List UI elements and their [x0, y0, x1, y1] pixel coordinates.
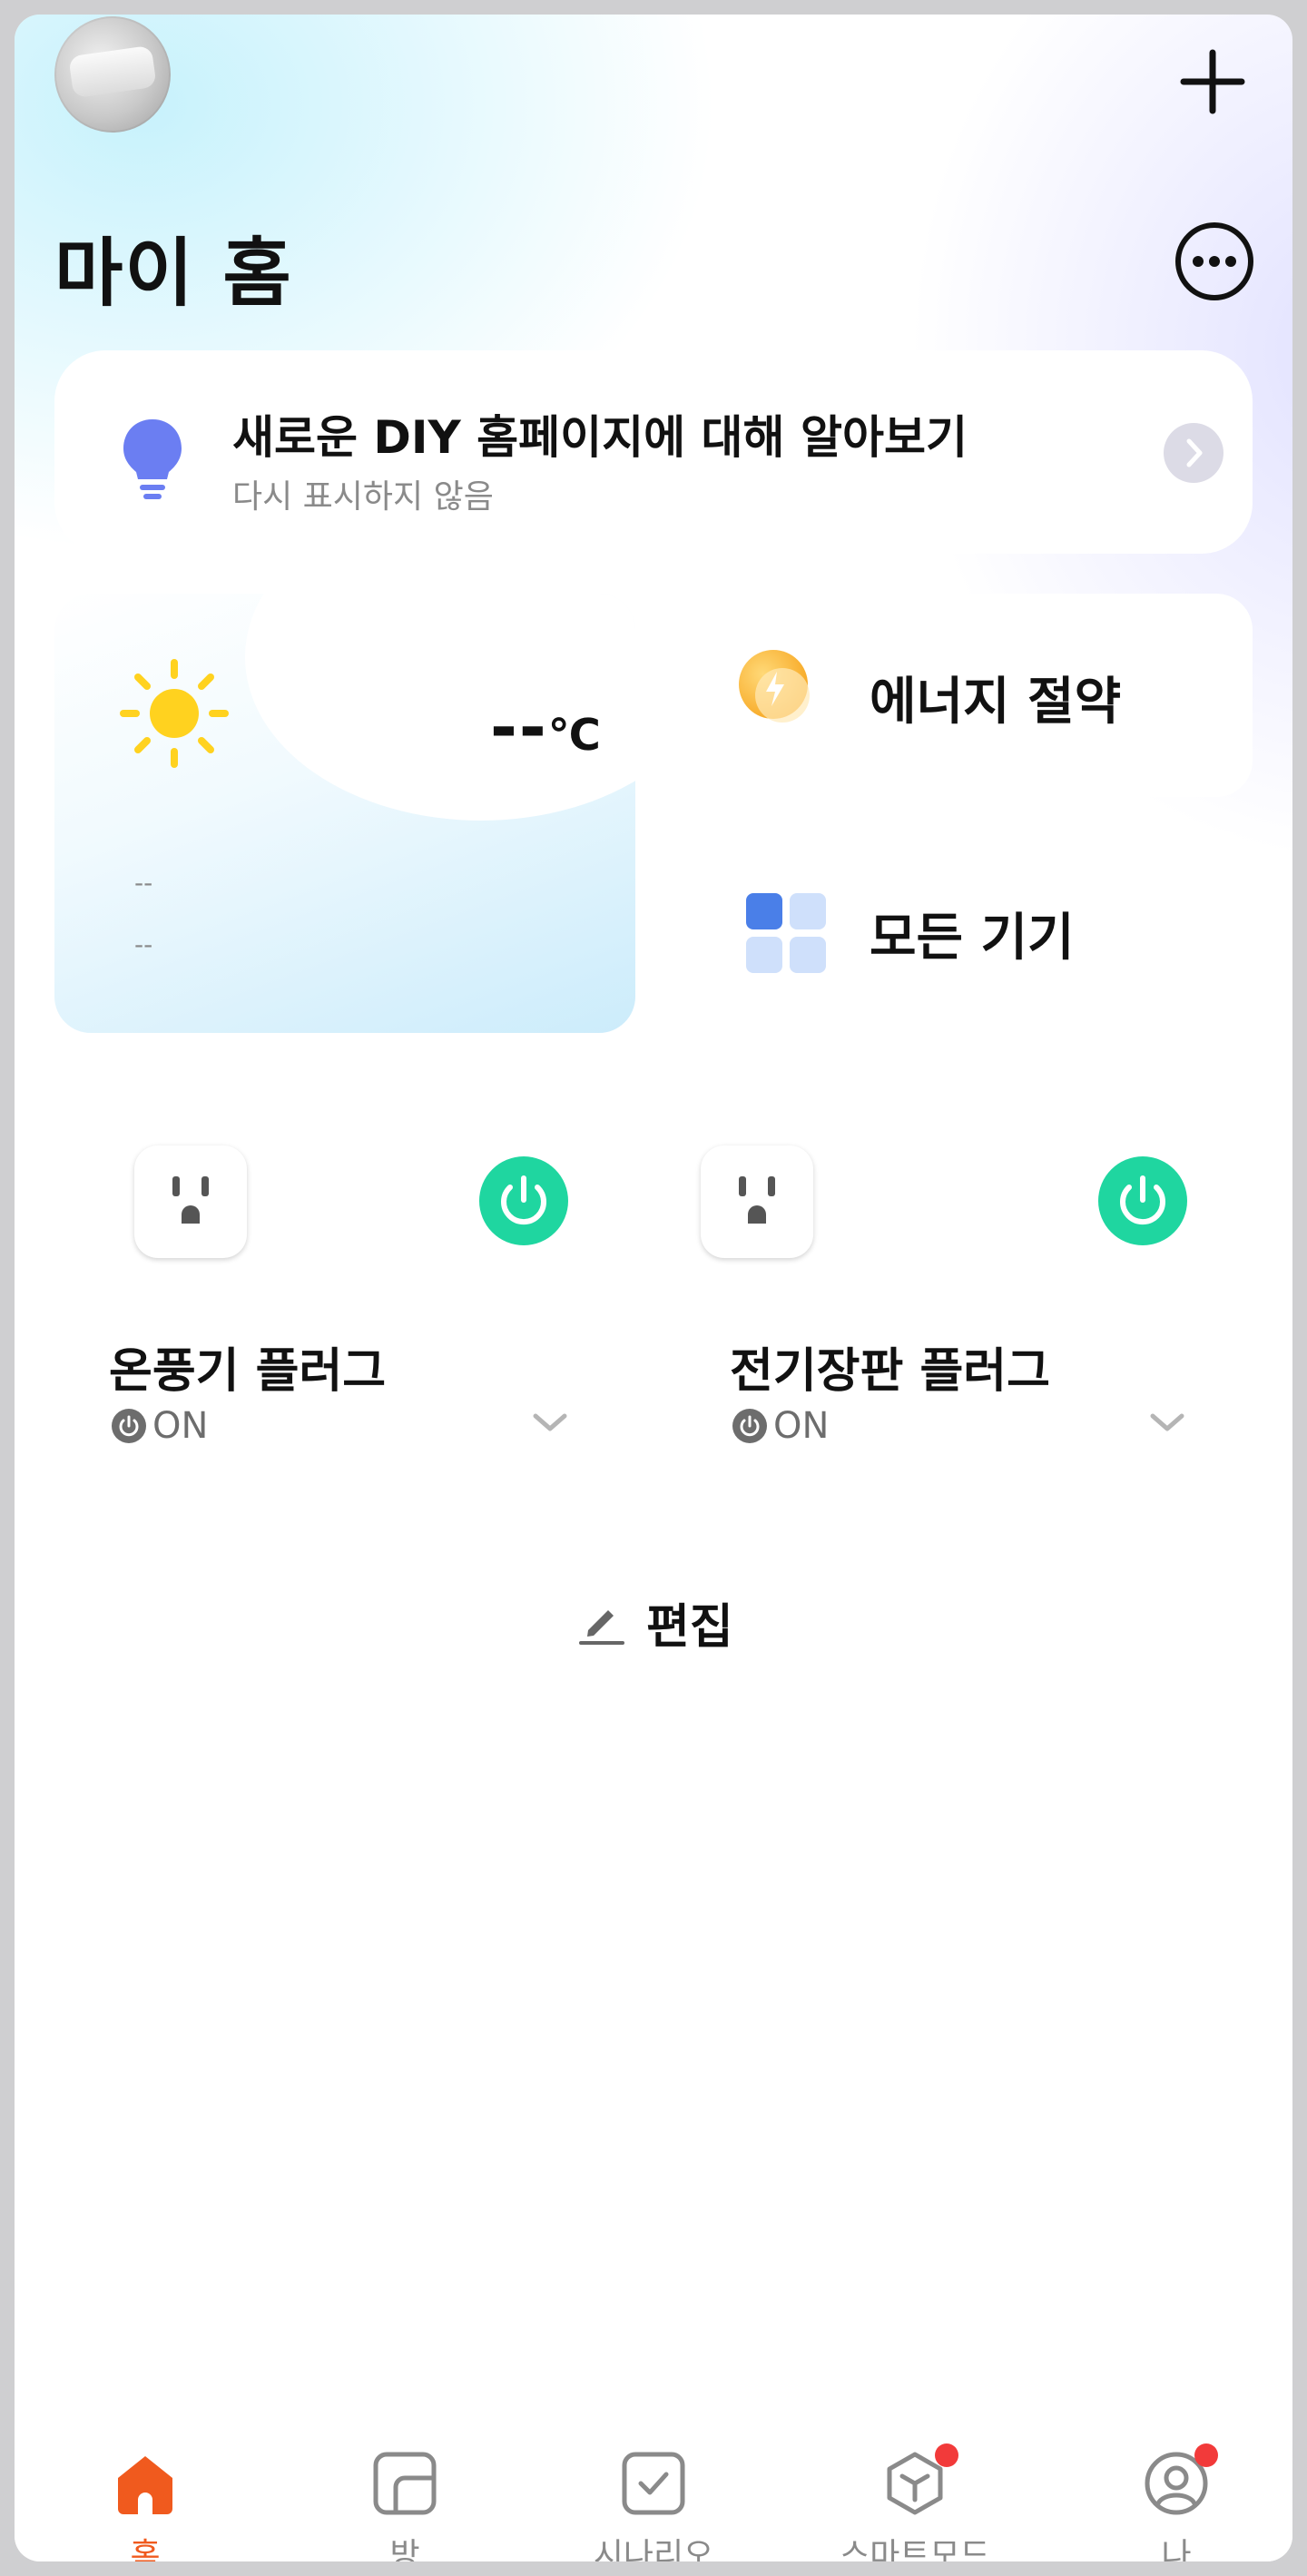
power-icon [1120, 1175, 1165, 1225]
temperature-unit: ℃ [547, 710, 603, 761]
app-screen: 마이 홈 새로운 DIY 홈페이지에 대해 알아보기 다시 표시하지 않음 --… [15, 15, 1292, 2561]
dismiss-banner-link[interactable]: 다시 표시하지 않음 [232, 470, 494, 517]
device-name: 전기장판 플러그 [730, 1344, 1050, 1399]
page-title: 마이 홈 [54, 231, 293, 317]
power-icon [501, 1175, 546, 1225]
home-icon [118, 2456, 172, 2514]
chevron-down-icon[interactable] [530, 1409, 570, 1436]
bottom-tab-bar: 홈 방 시나리오 스마트모드 나 [15, 2416, 1292, 2561]
device-name: 온풍기 플러그 [109, 1344, 387, 1399]
temperature-number: -- [490, 689, 548, 765]
edit-button[interactable]: 편집 [577, 1590, 733, 1655]
add-button[interactable] [1176, 45, 1249, 118]
home-avatar[interactable] [54, 16, 171, 133]
plug-device-icon [701, 1145, 813, 1258]
tab-home[interactable]: 홈 [54, 2416, 236, 2561]
outlet-icon [739, 1176, 775, 1224]
energy-saving-label: 에너지 절약 [870, 673, 1122, 732]
banner-title: 새로운 DIY 홈페이지에 대해 알아보기 [232, 411, 968, 464]
plus-icon [1180, 49, 1245, 114]
device-status: ON [732, 1405, 829, 1447]
tab-scenario[interactable]: 시나리오 [563, 2416, 744, 2561]
power-toggle-button[interactable] [479, 1156, 568, 1245]
tab-home-label: 홈 [130, 2537, 161, 2561]
power-toggle-button[interactable] [1098, 1156, 1187, 1245]
energy-saving-card[interactable]: 에너지 절약 [639, 594, 1253, 797]
tab-room-label: 방 [389, 2537, 420, 2561]
all-devices-label: 모든 기기 [870, 909, 1075, 968]
power-status-icon [112, 1409, 146, 1443]
power-status-icon [732, 1409, 767, 1443]
edit-label: 편집 [646, 1599, 733, 1655]
checkbox-icon [622, 2452, 685, 2515]
tab-room[interactable]: 방 [314, 2416, 496, 2561]
all-devices-card[interactable]: 모든 기기 [639, 830, 1253, 1033]
notification-badge [935, 2443, 958, 2467]
weather-detail-1: -- [134, 868, 153, 898]
outlet-icon [172, 1176, 209, 1224]
grid-icon [746, 893, 826, 973]
banner-open-button[interactable] [1164, 423, 1223, 483]
weather-card[interactable]: --℃ -- -- [54, 594, 635, 1033]
weather-detail-2: -- [134, 929, 153, 959]
room-icon [373, 2452, 437, 2515]
energy-bolt-icon [739, 650, 810, 723]
device-thumbnail [68, 44, 157, 99]
notification-badge [1194, 2443, 1218, 2467]
tab-smart-mode[interactable]: 스마트모드 [824, 2416, 1006, 2561]
device-status-text: ON [773, 1405, 830, 1447]
tab-smart-mode-label: 스마트모드 [840, 2537, 990, 2561]
device-status: ON [111, 1405, 208, 1447]
tab-scenario-label: 시나리오 [593, 2537, 714, 2561]
device-status-text: ON [152, 1405, 209, 1447]
more-options-button[interactable] [1169, 216, 1260, 307]
plug-device-icon [134, 1145, 247, 1258]
more-icon [1175, 222, 1253, 300]
tab-me[interactable]: 나 [1086, 2416, 1267, 2561]
temperature-value: --℃ [490, 689, 603, 765]
diy-homepage-banner[interactable]: 새로운 DIY 홈페이지에 대해 알아보기 다시 표시하지 않음 [54, 350, 1253, 554]
lightbulb-icon [123, 419, 182, 499]
sun-icon [120, 659, 229, 768]
tab-me-label: 나 [1161, 2537, 1192, 2561]
device-card-heating-pad-plug[interactable]: 전기장판 플러그 ON [635, 1075, 1253, 1519]
chevron-down-icon[interactable] [1147, 1409, 1187, 1436]
device-card-heater-plug[interactable]: 온풍기 플러그 ON [54, 1075, 672, 1519]
pencil-icon [579, 1610, 624, 1645]
chevron-right-icon [1186, 438, 1203, 467]
